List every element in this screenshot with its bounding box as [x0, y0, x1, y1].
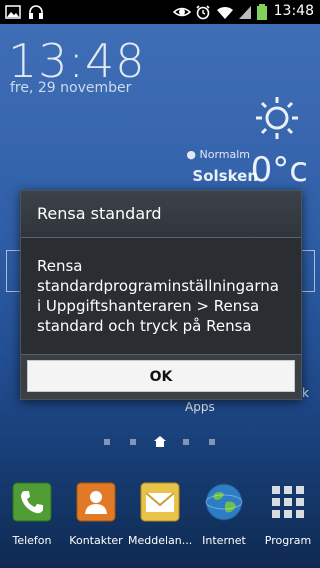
dock-label: Telefon — [12, 534, 52, 547]
dock-item-messages[interactable]: Meddelan... — [128, 478, 192, 568]
home-page-icon — [154, 436, 166, 447]
messages-icon — [140, 482, 180, 522]
page-dot — [104, 439, 110, 445]
ok-button[interactable]: OK — [27, 360, 295, 392]
weather-location: ● Normalm — [186, 148, 250, 161]
location-pin-icon: ● — [186, 148, 196, 161]
battery-icon — [257, 4, 267, 20]
signal-icon — [239, 6, 251, 19]
headphones-icon — [29, 5, 43, 19]
contacts-icon — [76, 482, 116, 522]
dock-item-internet[interactable]: Internet — [192, 478, 256, 568]
dialog-button-bar: OK — [21, 354, 301, 399]
page-dot — [183, 439, 189, 445]
apps-grid-icon — [272, 486, 304, 518]
dock-label: Meddelan... — [128, 534, 192, 547]
clear-defaults-dialog: Rensa standard Rensa standardprograminst… — [20, 190, 302, 400]
eye-icon — [173, 7, 191, 17]
weather-condition: Solsken — [192, 167, 258, 185]
sun-icon — [256, 97, 298, 139]
dialog-message: Rensa standardprograminställningarna i U… — [37, 257, 279, 335]
wifi-icon — [217, 6, 233, 19]
weather-temperature: 0°c — [250, 150, 308, 190]
partial-label: k — [302, 386, 309, 400]
page-indicator[interactable] — [0, 436, 320, 448]
page-dot — [130, 439, 136, 445]
page-dot — [209, 439, 215, 445]
dialog-title: Rensa standard — [21, 191, 301, 238]
dock-item-apps[interactable]: Program — [256, 478, 320, 568]
dock-label: Program — [264, 534, 312, 547]
phone-icon — [12, 482, 52, 522]
dock: Telefon Kontakter Meddelan... Internet P… — [0, 478, 320, 568]
weather-location-label: Normalm — [199, 148, 250, 161]
status-time: 13:48 — [273, 3, 314, 19]
dock-label: Kontakter — [69, 534, 123, 547]
alarm-icon — [196, 5, 210, 20]
globe-icon — [205, 483, 243, 521]
status-bar: 13:48 — [0, 0, 320, 24]
clock-date: fre, 29 november — [10, 80, 132, 96]
apps-label[interactable]: Apps — [185, 400, 215, 414]
dock-item-contacts[interactable]: Kontakter — [64, 478, 128, 568]
dock-label: Internet — [202, 534, 246, 547]
gallery-icon — [5, 5, 21, 19]
dock-item-phone[interactable]: Telefon — [0, 478, 64, 568]
